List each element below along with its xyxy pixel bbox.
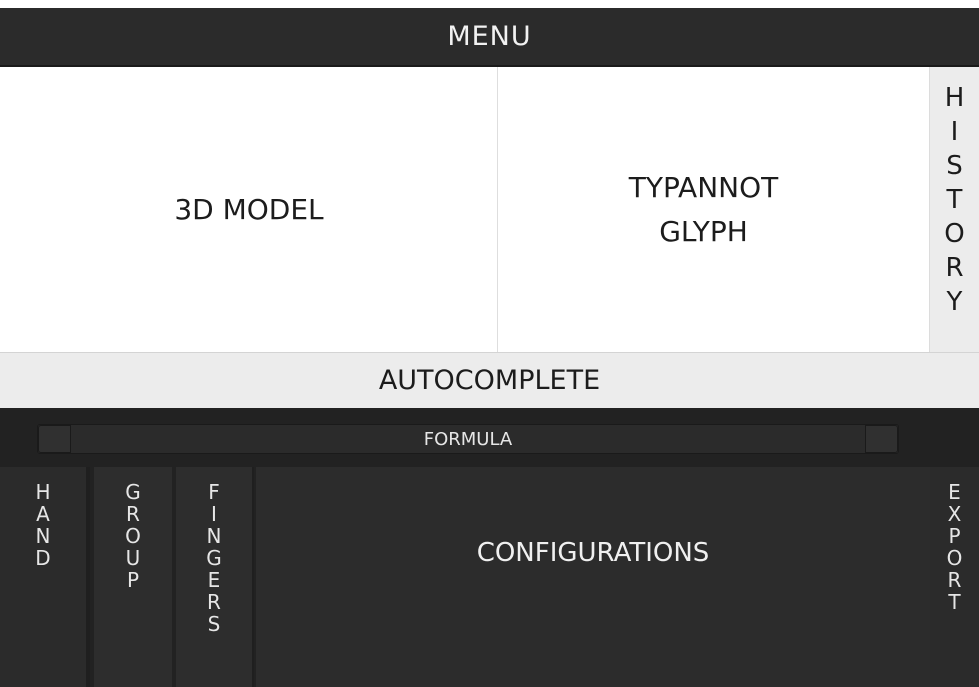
vertical-letter: P xyxy=(948,524,961,548)
fingers-column[interactable]: FINGERS xyxy=(176,467,254,687)
vertical-letter: R xyxy=(126,502,140,526)
vertical-letter: G xyxy=(206,546,222,570)
vertical-letter: S xyxy=(946,151,963,181)
configuration-row[interactable] xyxy=(256,581,930,639)
fingers-label: FINGERS xyxy=(206,481,222,687)
vertical-letter: R xyxy=(947,568,962,592)
vertical-letter: H xyxy=(944,83,965,113)
autocomplete-label: AUTOCOMPLETE xyxy=(378,365,601,396)
vertical-letter: X xyxy=(947,502,962,526)
vertical-letter: I xyxy=(211,502,217,526)
vertical-letter: E xyxy=(948,480,961,504)
vertical-letter: F xyxy=(208,480,220,504)
vertical-letter: N xyxy=(206,524,222,548)
vertical-letter: E xyxy=(207,568,221,592)
group-label: GROUP xyxy=(125,481,141,687)
vertical-letter: S xyxy=(207,612,221,636)
glyph-label-line1: TYPANNOT xyxy=(628,170,779,204)
vertical-letter: N xyxy=(35,524,51,548)
vertical-letter: U xyxy=(125,546,141,570)
vertical-letter: O xyxy=(946,546,963,570)
typannot-glyph-panel[interactable]: TYPANNOT GLYPH xyxy=(498,67,929,352)
vertical-letter: H xyxy=(35,480,51,504)
vertical-letter: O xyxy=(944,219,965,249)
history-tab[interactable]: HISTORY xyxy=(929,67,979,352)
history-label: HISTORY xyxy=(944,81,964,352)
configurations-panel[interactable]: CONFIGURATIONS xyxy=(256,467,930,687)
export-label: EXPORT xyxy=(947,481,963,687)
configuration-row[interactable] xyxy=(256,467,930,525)
menu-button[interactable]: MENU xyxy=(0,0,979,67)
menu-label: MENU xyxy=(447,21,532,52)
vertical-letter: R xyxy=(207,590,221,614)
glyph-label-line2: GLYPH xyxy=(659,214,748,248)
formula-left-handle[interactable] xyxy=(38,425,71,453)
vertical-letter: P xyxy=(126,568,140,592)
vertical-letter: D xyxy=(35,546,51,570)
configurations-label: CONFIGURATIONS xyxy=(476,537,710,568)
hand-column[interactable]: HAND xyxy=(0,467,90,687)
vertical-letter: T xyxy=(948,590,961,614)
3d-model-label: 3D MODEL xyxy=(174,193,324,226)
formula-right-handle[interactable] xyxy=(865,425,898,453)
autocomplete-bar[interactable]: AUTOCOMPLETE xyxy=(0,352,979,408)
vertical-letter: A xyxy=(36,502,50,526)
vertical-letter: R xyxy=(945,253,964,283)
hand-label: HAND xyxy=(35,481,50,687)
vertical-letter: T xyxy=(946,185,963,215)
vertical-letter: O xyxy=(125,524,141,548)
export-button[interactable]: EXPORT xyxy=(930,467,979,687)
formula-field[interactable]: FORMULA xyxy=(37,424,899,454)
configuration-row[interactable] xyxy=(256,638,930,687)
3d-model-panel[interactable]: 3D MODEL xyxy=(0,67,498,352)
group-column[interactable]: GROUP xyxy=(94,467,172,687)
vertical-letter: G xyxy=(125,480,141,504)
vertical-letter: Y xyxy=(946,287,963,317)
formula-label: FORMULA xyxy=(423,428,513,450)
vertical-letter: I xyxy=(950,117,959,147)
